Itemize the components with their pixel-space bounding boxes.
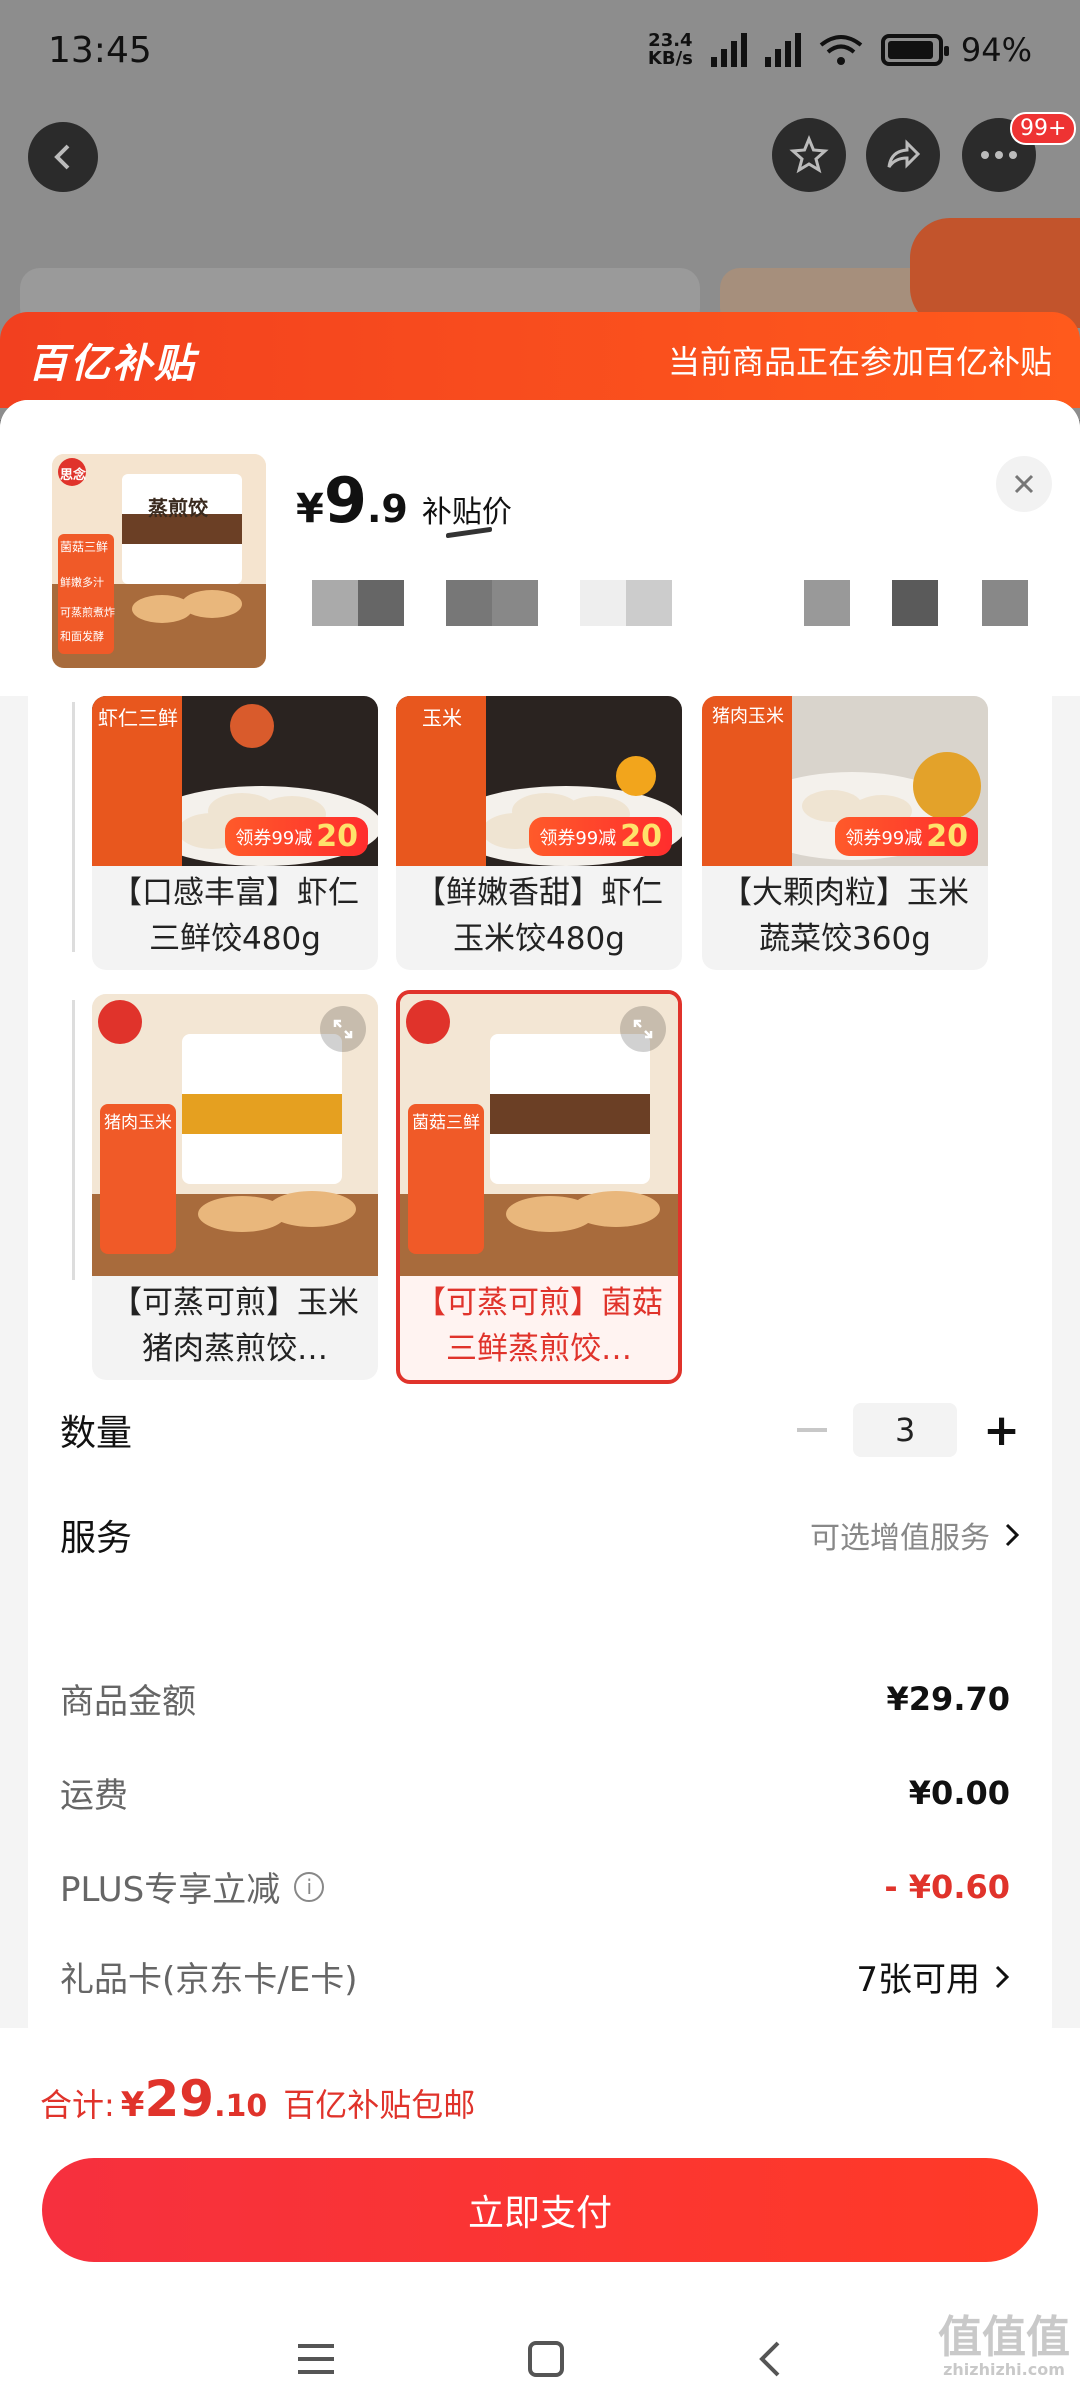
coupon-badge: 领券99减 20: [225, 817, 368, 856]
subsidy-header: 百亿补贴 当前商品正在参加百亿补贴: [0, 312, 1080, 408]
top-nav: 99+: [0, 112, 1080, 194]
service-row[interactable]: 服务 可选增值服务: [60, 1505, 1020, 1565]
variant-tag: 虾仁三鲜: [98, 706, 178, 730]
thumb-line2-text: 可蒸煎煮炸: [60, 606, 115, 619]
back-button[interactable]: [28, 122, 98, 192]
expand-icon: [333, 1019, 353, 1039]
product-thumbnail[interactable]: 思念 蒸煎饺 菌菇三鲜 鲜嫩多汁 可蒸煎煮炸 和面发酵: [52, 454, 266, 668]
notification-badge: 99+: [1010, 112, 1077, 145]
variant-tag: 猪肉玉米: [104, 1113, 172, 1133]
variant-label: 【可蒸可煎】菌菇三鲜蒸煎饺…: [415, 1285, 663, 1367]
quantity-input[interactable]: 3: [853, 1403, 958, 1457]
quantity-stepper: 3 +: [797, 1403, 1020, 1457]
thumb-line1-text: 鲜嫩多汁: [60, 576, 104, 589]
expand-image-button[interactable]: [620, 1006, 666, 1052]
more-button[interactable]: 99+: [962, 112, 1077, 192]
home-icon[interactable]: [527, 2340, 565, 2378]
quantity-row: 数量 3 +: [60, 1400, 1020, 1460]
service-value: 可选增值服务: [810, 1521, 990, 1556]
order-summary: 商品金额 ¥29.70 运费 ¥0.00 PLUS专享立减 i - ¥0.60 …: [28, 1630, 1052, 2050]
expand-icon: [633, 1019, 653, 1039]
watermark: 值值值 zhizhizhi.com: [938, 2312, 1070, 2380]
share-icon: [887, 139, 921, 169]
status-bar: 13:45 23.4 KB/s 94%: [0, 0, 1080, 100]
shipping-row: 运费 ¥0.00: [60, 1773, 1010, 1817]
variant-tag: 猪肉玉米: [712, 706, 784, 727]
variant-label: 【可蒸可煎】玉米猪肉蒸煎饺…: [111, 1285, 359, 1367]
thumb-product-text: 蒸煎饺: [148, 496, 208, 520]
variant-card-1[interactable]: 虾仁三鲜 领券99减 20 【口感丰富】虾仁三鲜饺480g: [92, 696, 378, 970]
price: ¥ 9 .9 补贴价: [296, 464, 512, 537]
variant-tag: 玉米: [422, 706, 462, 730]
increment-button[interactable]: +: [983, 1405, 1020, 1456]
variant-label: 【鲜嫩香甜】虾仁玉米饺480g: [415, 875, 663, 957]
signal-icon-2: [764, 33, 801, 67]
thumb-brand-text: 思念: [60, 468, 87, 483]
favorite-button[interactable]: [772, 118, 846, 192]
quantity-label: 数量: [60, 1413, 133, 1454]
info-icon[interactable]: i: [294, 1871, 325, 1902]
variant-card-3[interactable]: 猪肉玉米 领券99减 20 【大颗肉粒】玉米蔬菜饺360g: [702, 696, 988, 970]
signal-icon: [710, 33, 747, 67]
chevron-right-icon: [995, 1965, 1010, 1988]
checkout-bar: 合计: ¥ 29 .10 百亿补贴包邮 立即支付 值值值 zhizhizhi.c…: [0, 2028, 1080, 2400]
pay-now-button[interactable]: 立即支付: [42, 2158, 1038, 2262]
variant-card-2[interactable]: 玉米 领券99减 20 【鲜嫩香甜】虾仁玉米饺480g: [396, 696, 682, 970]
total-amount: 合计: ¥ 29 .10 百亿补贴包邮: [40, 2070, 476, 2128]
subsidy-brand-title: 百亿补贴: [28, 341, 196, 387]
goods-amount-row: 商品金额 ¥29.70: [60, 1679, 1010, 1723]
thumb-line3-text: 和面发酵: [60, 630, 104, 643]
variant-card-5-selected[interactable]: 菌菇三鲜 【可蒸可煎】菌菇三鲜蒸煎饺…: [396, 990, 682, 1384]
plus-discount-row: PLUS专享立减 i - ¥0.60: [60, 1867, 1010, 1911]
scroll-edge: [72, 702, 75, 952]
coupon-badge: 领券99减 20: [835, 817, 978, 856]
thumb-tag-text: 菌菇三鲜: [60, 540, 109, 554]
subsidy-price-tag: 补贴价: [421, 495, 512, 530]
chevron-right-icon: [1005, 1523, 1020, 1547]
battery-icon: [880, 34, 949, 66]
variant-label: 【口感丰富】虾仁三鲜饺480g: [111, 875, 359, 957]
expand-image-button[interactable]: [320, 1006, 366, 1052]
battery-percent: 94%: [960, 31, 1032, 69]
network-speed: 23.4 KB/s: [647, 30, 693, 69]
coupon-badge: 领券99减 20: [529, 817, 672, 856]
close-button[interactable]: [996, 456, 1052, 512]
decrement-button[interactable]: [797, 1428, 828, 1432]
variant-card-4[interactable]: 猪肉玉米 【可蒸可煎】玉米猪肉蒸煎饺…: [92, 994, 378, 1380]
gift-card-row[interactable]: 礼品卡(京东卡/E卡) 7张可用: [60, 1952, 1010, 2001]
close-icon: [1014, 474, 1034, 494]
product-header: 思念 蒸煎饺 菌菇三鲜 鲜嫩多汁 可蒸煎煮炸 和面发酵 ¥ 9 .9 补贴价: [0, 400, 1080, 696]
status-time: 13:45: [48, 29, 152, 71]
variant-tag: 菌菇三鲜: [412, 1113, 480, 1133]
system-nav-bar: [0, 2318, 1080, 2400]
more-dots-icon: [981, 151, 1017, 159]
service-label: 服务: [60, 1518, 133, 1559]
variant-label: 【大颗肉粒】玉米蔬菜饺360g: [721, 875, 969, 957]
wifi-icon: [819, 35, 863, 65]
star-icon: [789, 135, 829, 174]
free-shipping-note: 百亿补贴包邮: [283, 2086, 476, 2124]
share-button[interactable]: [866, 118, 940, 192]
chevron-left-icon: [54, 144, 70, 170]
menu-icon[interactable]: [296, 2342, 336, 2376]
blurred-spec-text: [312, 580, 1032, 626]
back-nav-icon[interactable]: [756, 2339, 784, 2379]
scroll-edge: [72, 1000, 75, 1280]
purchase-sheet: 思念 蒸煎饺 菌菇三鲜 鲜嫩多汁 可蒸煎煮炸 和面发酵 ¥ 9 .9 补贴价 虾…: [0, 400, 1080, 2400]
subsidy-note: 当前商品正在参加百亿补贴: [667, 343, 1052, 381]
